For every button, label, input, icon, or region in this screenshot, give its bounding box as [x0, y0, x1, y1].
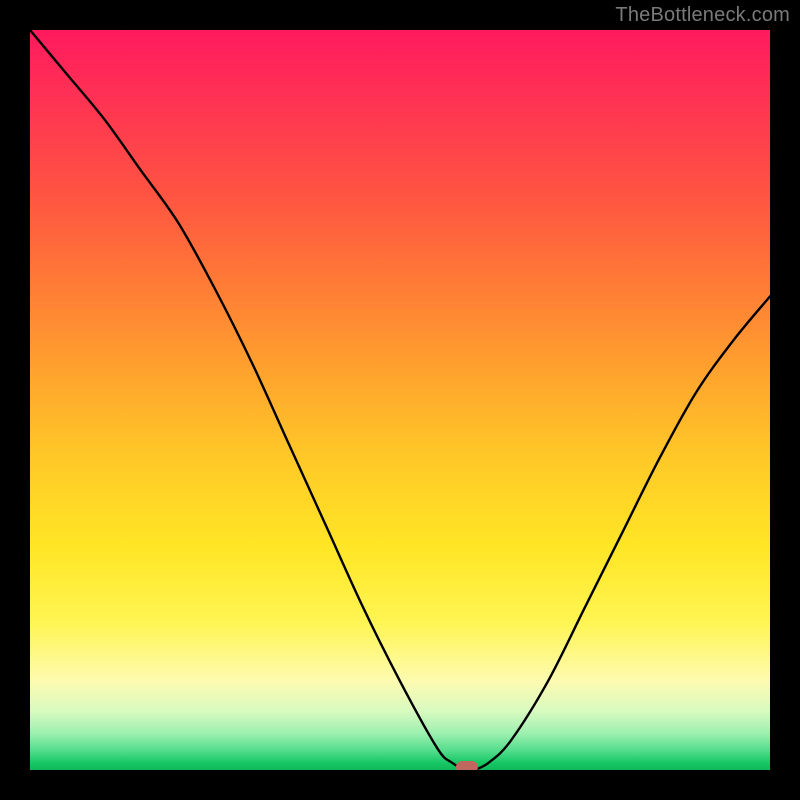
bottleneck-curve: [30, 30, 770, 770]
optimal-point-marker: [456, 761, 478, 770]
chart-frame: TheBottleneck.com: [0, 0, 800, 800]
plot-area: [30, 30, 770, 770]
watermark-text: TheBottleneck.com: [615, 4, 790, 27]
